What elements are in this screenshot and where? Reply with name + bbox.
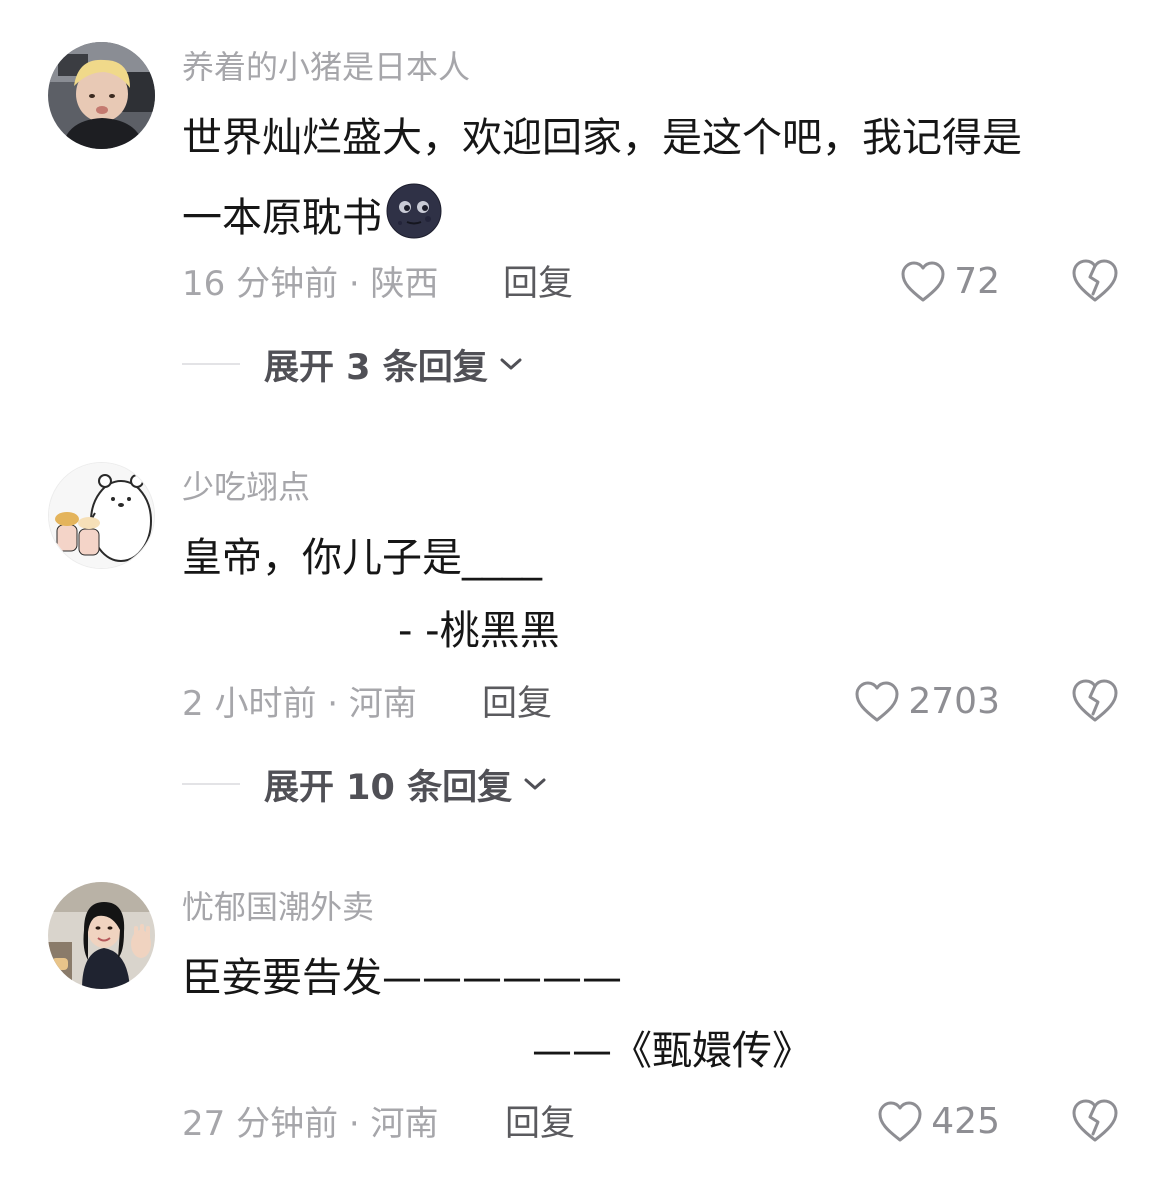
heart-outline-icon bbox=[878, 1101, 922, 1142]
dislike-button[interactable] bbox=[1071, 1098, 1119, 1144]
like-button[interactable]: 425 bbox=[877, 1098, 1000, 1146]
avatar-image bbox=[48, 882, 155, 989]
username[interactable]: 忧郁国潮外卖 bbox=[182, 887, 374, 927]
comment-text-line: ——《甄嬛传》 bbox=[532, 1028, 812, 1074]
avatar[interactable] bbox=[48, 882, 155, 989]
reply-button[interactable]: 回复 bbox=[505, 1102, 575, 1146]
broken-heart-icon bbox=[1072, 1099, 1118, 1142]
comment-meta: 27 分钟前 · 河南 bbox=[182, 1104, 439, 1144]
like-count: 425 bbox=[931, 1101, 1000, 1142]
comment-item: 忧郁国潮外卖 臣妾要告发—————— ——《甄嬛传》 27 分钟前 · 河南 回… bbox=[0, 0, 1169, 1182]
comment-text-line: 臣妾要告发—————— bbox=[182, 955, 622, 1001]
